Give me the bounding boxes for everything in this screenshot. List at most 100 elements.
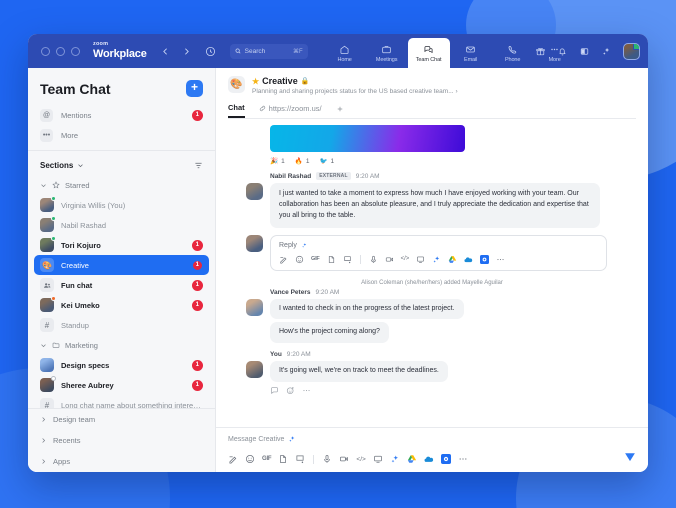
avatar[interactable] <box>623 42 640 60</box>
sidebar-item-recents[interactable]: Recents <box>28 430 215 451</box>
google-drive-icon[interactable] <box>448 255 457 264</box>
tab-phone[interactable]: Phone <box>492 38 534 68</box>
chevron-right-icon[interactable]: › <box>455 88 457 95</box>
filter-icon[interactable] <box>194 161 203 170</box>
ai-sparkle-icon[interactable] <box>288 435 296 443</box>
sidebar-item-mentions[interactable]: @ Mentions 1 <box>28 105 215 125</box>
bell-icon[interactable] <box>557 46 568 57</box>
chevron-right-icon <box>42 438 46 443</box>
emoji-icon[interactable] <box>295 255 304 264</box>
avatar[interactable] <box>246 298 263 316</box>
chat-description[interactable]: Planning and sharing projects status for… <box>252 88 636 95</box>
chevron-down-icon <box>41 343 46 347</box>
sidebar-item-long-chat-name[interactable]: # Long chat name about something interes… <box>34 395 209 408</box>
sidebar-item-creative[interactable]: 🎨 Creative 1 <box>34 255 209 275</box>
message-list[interactable]: 🎉 1 🔥 1 🐦 1 Nabil Rashad EXTERNAL 9:20 A… <box>216 119 648 427</box>
gif-icon[interactable]: GIF <box>262 456 272 462</box>
tab-team-chat[interactable]: Team Chat <box>407 38 450 68</box>
status-badge: 1 <box>191 379 203 391</box>
message-image-attachment[interactable] <box>270 125 465 152</box>
ai-sparkle-icon[interactable] <box>301 242 308 249</box>
sidebar-item-sheree-aubrey[interactable]: Sheree Aubrey 1 <box>34 375 209 395</box>
ai-sparkle-icon[interactable] <box>601 46 612 57</box>
sidebar-item-apps[interactable]: Apps <box>28 451 215 472</box>
video-icon[interactable] <box>385 255 394 264</box>
message-bubble[interactable]: I wanted to check in on the progress of … <box>270 298 464 320</box>
tab-meetings[interactable]: Meetings <box>366 38 408 68</box>
new-chat-button[interactable]: + <box>186 80 203 97</box>
format-icon[interactable] <box>228 454 238 464</box>
window-controls[interactable] <box>41 46 80 56</box>
history-clock-icon[interactable] <box>205 46 216 57</box>
message-meta: Nabil Rashad EXTERNAL 9:20 AM <box>270 172 634 180</box>
sections-header[interactable]: Sections <box>28 150 215 175</box>
sidebar-group-marketing[interactable]: Marketing <box>28 335 215 355</box>
message-composer[interactable]: Message Creative GIF </> <box>216 427 648 472</box>
sidebar-item-standup[interactable]: # Standup <box>34 315 209 335</box>
more-dots-icon[interactable] <box>458 454 468 464</box>
sidebar-group-starred[interactable]: Starred <box>28 175 215 195</box>
more-dots-icon[interactable] <box>302 386 311 395</box>
reaction-chip[interactable]: 🎉 1 <box>270 157 285 166</box>
reply-composer[interactable]: Reply GIF </> <box>270 234 607 271</box>
avatar[interactable] <box>246 183 263 200</box>
app-icon[interactable] <box>480 254 490 264</box>
search-icon <box>235 48 241 54</box>
screenshot-icon[interactable] <box>343 255 352 264</box>
tab-home[interactable]: Home <box>324 38 366 68</box>
more-dots-icon[interactable] <box>496 255 505 264</box>
reply-icon[interactable] <box>270 386 279 395</box>
at-icon: @ <box>40 108 53 122</box>
screen-share-icon[interactable] <box>373 454 383 464</box>
google-drive-icon[interactable] <box>407 454 417 464</box>
ai-sparkle-icon[interactable] <box>432 255 441 264</box>
search-input[interactable]: Search ⌘F <box>229 43 308 59</box>
audio-icon[interactable] <box>322 454 332 464</box>
sidebar-item-tori-kojuro[interactable]: Tori Kojuro 1 <box>34 235 209 255</box>
video-icon[interactable] <box>339 454 349 464</box>
minimize-window-button[interactable] <box>56 46 65 56</box>
audio-icon[interactable] <box>369 255 378 264</box>
gif-icon[interactable]: GIF <box>311 256 320 262</box>
sidebar-item-fun-chat[interactable]: Fun chat 1 <box>34 275 209 295</box>
message-bubble[interactable]: I just wanted to take a moment to expres… <box>270 183 600 228</box>
chat-list[interactable]: Starred Virginia Willis (You) Nabil Rash… <box>28 175 215 408</box>
back-button[interactable] <box>161 47 170 56</box>
add-reaction-icon[interactable] <box>286 386 295 395</box>
tab-link[interactable]: https://zoom.us/ <box>259 104 322 117</box>
sidebar-item-design-team[interactable]: Design team <box>28 409 215 430</box>
onedrive-icon[interactable] <box>424 454 434 464</box>
message-bubble[interactable]: How's the project coming along? <box>270 322 389 344</box>
gift-icon[interactable] <box>535 46 546 57</box>
sidebar-item-nabil-rashad[interactable]: Nabil Rashad <box>34 215 209 235</box>
maximize-window-button[interactable] <box>71 46 80 56</box>
forward-button[interactable] <box>182 47 191 56</box>
send-button[interactable] <box>624 451 636 463</box>
onedrive-icon[interactable] <box>464 255 473 264</box>
star-icon[interactable]: ★ <box>252 77 259 86</box>
sidebar-item-kei-umeko[interactable]: Kei Umeko 1 <box>34 295 209 315</box>
avatar[interactable] <box>246 361 263 379</box>
emoji-icon[interactable] <box>245 454 255 464</box>
status-badge: 1 <box>191 359 203 371</box>
sidebar-item-virginia-willis[interactable]: Virginia Willis (You) <box>34 195 209 215</box>
add-tab-button[interactable] <box>336 105 344 117</box>
file-icon[interactable] <box>327 255 336 264</box>
sidebar-item-more[interactable]: ••• More <box>28 125 215 145</box>
code-icon[interactable]: </> <box>356 456 365 463</box>
panel-toggle-icon[interactable] <box>579 46 590 57</box>
tab-email[interactable]: Email <box>450 38 492 68</box>
tab-chat[interactable]: Chat <box>228 103 245 118</box>
app-icon[interactable] <box>440 454 451 464</box>
code-icon[interactable]: </> <box>401 256 410 262</box>
ai-sparkle-icon[interactable] <box>390 454 400 464</box>
format-icon[interactable] <box>279 255 288 264</box>
sidebar-item-design-specs[interactable]: Design specs 1 <box>34 355 209 375</box>
reaction-chip[interactable]: 🐦 1 <box>319 157 334 166</box>
screen-share-icon[interactable] <box>416 255 425 264</box>
file-icon[interactable] <box>278 454 288 464</box>
close-window-button[interactable] <box>41 46 50 56</box>
screenshot-icon[interactable] <box>295 454 305 464</box>
reaction-chip[interactable]: 🔥 1 <box>295 157 310 166</box>
message-bubble[interactable]: It's going well, we're on track to meet … <box>270 361 448 383</box>
